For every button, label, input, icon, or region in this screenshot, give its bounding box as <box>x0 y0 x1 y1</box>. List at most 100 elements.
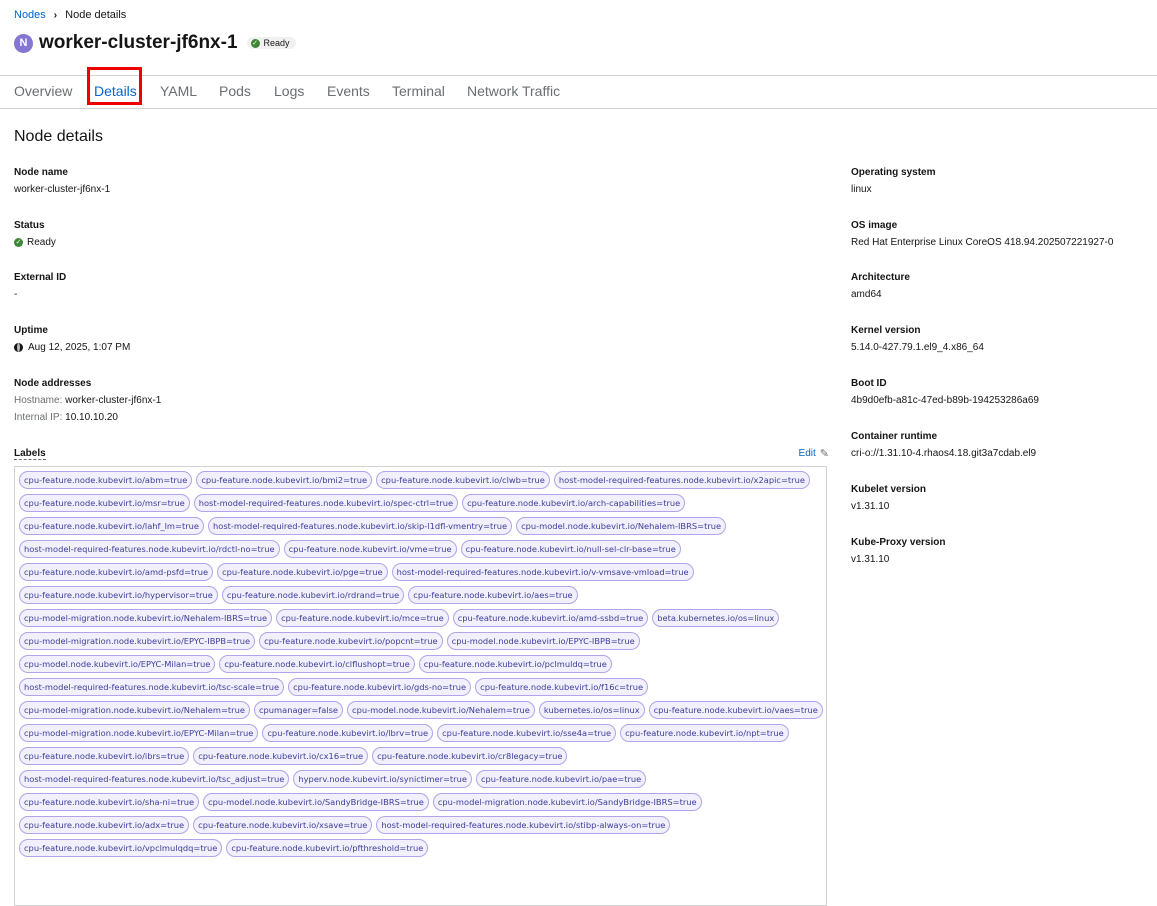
hostname-row: Hostname: worker-cluster-jf6nx-1 <box>14 395 161 406</box>
label-chip[interactable]: cpu-feature.node.kubevirt.io/adx=true <box>19 816 190 834</box>
label-chip[interactable]: cpu-model-migration.node.kubevirt.io/EPY… <box>19 632 256 650</box>
label-chip[interactable]: cpu-feature.node.kubevirt.io/clflushopt=… <box>219 655 415 673</box>
runtime-value: cri-o://1.31.10-4.rhaos4.18.git3a7cdab.e… <box>851 448 1037 459</box>
node-addresses-label: Node addresses <box>14 378 92 389</box>
label-chip[interactable]: cpu-feature.node.kubevirt.io/pge=true <box>217 563 388 581</box>
label-chip[interactable]: cpu-model.node.kubevirt.io/Nehalem-IBRS=… <box>516 517 727 535</box>
label-chip[interactable]: host-model-required-features.node.kubevi… <box>207 517 513 535</box>
architecture-label: Architecture <box>851 272 910 283</box>
label-chip[interactable]: host-model-required-features.node.kubevi… <box>376 816 671 834</box>
label-chip[interactable]: cpu-feature.node.kubevirt.io/cr8legacy=t… <box>372 747 568 765</box>
boot-id-value: 4b9d0efb-a81c-47ed-b89b-194253286a69 <box>851 395 1039 406</box>
field-kubelet-version: Kubelet version v1.31.10 <box>851 484 926 512</box>
tab-logs[interactable]: Logs <box>274 83 304 99</box>
kubelet-label: Kubelet version <box>851 484 927 495</box>
hostname-label: Hostname: <box>14 395 63 406</box>
label-chip[interactable]: cpu-model.node.kubevirt.io/EPYC-Milan=tr… <box>19 655 216 673</box>
field-os-image: OS image Red Hat Enterprise Linux CoreOS… <box>851 220 1113 248</box>
os-image-label: OS image <box>851 220 898 231</box>
tab-pods[interactable]: Pods <box>219 83 251 99</box>
tab-terminal[interactable]: Terminal <box>392 83 445 99</box>
field-external-id: External ID - <box>14 272 66 300</box>
edit-label: Edit <box>798 448 816 459</box>
label-chip[interactable]: host-model-required-features.node.kubevi… <box>19 540 280 558</box>
field-container-runtime: Container runtime cri-o://1.31.10-4.rhao… <box>851 431 1036 459</box>
label-chip[interactable]: cpu-feature.node.kubevirt.io/sha-ni=true <box>19 793 200 811</box>
label-chip[interactable]: beta.kubernetes.io/os=linux <box>652 609 780 627</box>
tab-details[interactable]: Details <box>94 83 137 99</box>
label-chip[interactable]: cpu-model-migration.node.kubevirt.io/EPY… <box>19 724 259 742</box>
label-chip[interactable]: cpu-feature.node.kubevirt.io/f16c=true <box>475 678 649 696</box>
label-chip[interactable]: cpu-feature.node.kubevirt.io/ibrs=true <box>19 747 190 765</box>
label-chip[interactable]: cpu-feature.node.kubevirt.io/abm=true <box>19 471 193 489</box>
label-chip[interactable]: cpu-feature.node.kubevirt.io/xsave=true <box>193 816 373 834</box>
label-chip[interactable]: cpu-feature.node.kubevirt.io/pfthreshold… <box>226 839 429 857</box>
label-chip[interactable]: cpu-model-migration.node.kubevirt.io/San… <box>432 793 702 811</box>
label-chip[interactable]: cpu-feature.node.kubevirt.io/vaes=true <box>648 701 823 719</box>
label-chip[interactable]: hyperv.node.kubevirt.io/synictimer=true <box>293 770 472 788</box>
internal-ip-row: Internal IP: 10.10.10.20 <box>14 412 161 423</box>
kernel-label: Kernel version <box>851 325 921 336</box>
os-image-value: Red Hat Enterprise Linux CoreOS 418.94.2… <box>851 237 1114 248</box>
os-value: linux <box>851 184 872 195</box>
page-title: worker-cluster-jf6nx-1 <box>39 32 238 53</box>
label-chip[interactable]: host-model-required-features.node.kubevi… <box>391 563 694 581</box>
breadcrumb-nodes-link[interactable]: Nodes <box>14 9 46 21</box>
label-chip[interactable]: cpu-feature.node.kubevirt.io/lbrv=true <box>262 724 434 742</box>
label-chip[interactable]: cpu-feature.node.kubevirt.io/vme=true <box>283 540 457 558</box>
label-chip[interactable]: cpu-feature.node.kubevirt.io/clwb=true <box>376 471 550 489</box>
label-chip[interactable]: cpu-model.node.kubevirt.io/SandyBridge-I… <box>203 793 429 811</box>
label-chip[interactable]: cpu-feature.node.kubevirt.io/arch-capabi… <box>462 494 686 512</box>
label-chip[interactable]: host-model-required-features.node.kubevi… <box>19 770 290 788</box>
labels-title[interactable]: Labels <box>14 448 46 460</box>
label-chip[interactable]: cpu-feature.node.kubevirt.io/aes=true <box>408 586 578 604</box>
internal-ip-value: 10.10.10.20 <box>65 412 118 423</box>
label-chip[interactable]: cpu-feature.node.kubevirt.io/pclmuldq=tr… <box>418 655 612 673</box>
label-chip[interactable]: cpu-feature.node.kubevirt.io/amd-psfd=tr… <box>19 563 214 581</box>
label-chip[interactable]: cpu-feature.node.kubevirt.io/hypervisor=… <box>19 586 218 604</box>
status-label: Status <box>14 220 45 231</box>
label-chip[interactable]: host-model-required-features.node.kubevi… <box>553 471 810 489</box>
uptime-text: Aug 12, 2025, 1:07 PM <box>28 342 131 353</box>
label-chip[interactable]: cpu-feature.node.kubevirt.io/pae=true <box>475 770 647 788</box>
field-node-name: Node name worker-cluster-jf6nx-1 <box>14 167 110 195</box>
label-chip[interactable]: cpu-feature.node.kubevirt.io/msr=true <box>19 494 190 512</box>
label-chip[interactable]: cpu-feature.node.kubevirt.io/bmi2=true <box>196 471 373 489</box>
breadcrumb-current: Node details <box>65 9 127 21</box>
field-uptime: Uptime Aug 12, 2025, 1:07 PM <box>14 325 130 353</box>
label-chip[interactable]: cpu-feature.node.kubevirt.io/rdrand=true <box>221 586 405 604</box>
label-chip[interactable]: cpu-model.node.kubevirt.io/Nehalem=true <box>347 701 535 719</box>
status-badge-label: Ready <box>263 38 290 48</box>
label-chip[interactable]: cpu-model-migration.node.kubevirt.io/Neh… <box>19 609 273 627</box>
label-chip[interactable]: cpu-feature.node.kubevirt.io/cx16=true <box>193 747 369 765</box>
label-chip[interactable]: cpu-feature.node.kubevirt.io/amd-ssbd=tr… <box>452 609 649 627</box>
label-chip[interactable]: host-model-required-features.node.kubevi… <box>19 678 285 696</box>
chevron-right-icon: › <box>53 9 58 21</box>
label-chip[interactable]: cpu-feature.node.kubevirt.io/popcnt=true <box>259 632 443 650</box>
tab-overview[interactable]: Overview <box>14 83 72 99</box>
field-kernel-version: Kernel version 5.14.0-427.79.1.el9_4.x86… <box>851 325 984 353</box>
label-chip[interactable]: cpu-feature.node.kubevirt.io/sse4a=true <box>437 724 617 742</box>
label-chip[interactable]: cpu-feature.node.kubevirt.io/null-sel-cl… <box>460 540 681 558</box>
label-chip[interactable]: cpu-feature.node.kubevirt.io/mce=true <box>276 609 449 627</box>
label-chip[interactable]: cpu-feature.node.kubevirt.io/lahf_lm=tru… <box>19 517 204 535</box>
field-status: Status ✓ Ready <box>14 220 56 248</box>
field-architecture: Architecture amd64 <box>851 272 910 300</box>
label-chip[interactable]: kubernetes.io/os=linux <box>538 701 645 719</box>
labels-edit-button[interactable]: Edit ✎ <box>799 447 829 460</box>
label-chip[interactable]: cpu-feature.node.kubevirt.io/npt=true <box>620 724 789 742</box>
label-chip[interactable]: cpumanager=false <box>253 701 344 719</box>
label-chip[interactable]: cpu-model.node.kubevirt.io/EPYC-IBPB=tru… <box>446 632 640 650</box>
tab-events[interactable]: Events <box>327 83 370 99</box>
label-chip[interactable]: cpu-feature.node.kubevirt.io/gds-no=true <box>288 678 472 696</box>
external-id-label: External ID <box>14 272 67 283</box>
node-name-label: Node name <box>14 167 68 178</box>
tab-network-traffic[interactable]: Network Traffic <box>467 83 560 99</box>
label-chip[interactable]: host-model-required-features.node.kubevi… <box>193 494 459 512</box>
label-chip[interactable]: cpu-model-migration.node.kubevirt.io/Neh… <box>19 701 250 719</box>
label-chip[interactable]: cpu-feature.node.kubevirt.io/vpclmulqdq=… <box>19 839 223 857</box>
node-resource-icon: N <box>14 33 33 53</box>
check-circle-icon: ✓ <box>14 238 23 247</box>
status-value: ✓ Ready <box>14 237 56 248</box>
tab-yaml[interactable]: YAML <box>160 83 197 99</box>
